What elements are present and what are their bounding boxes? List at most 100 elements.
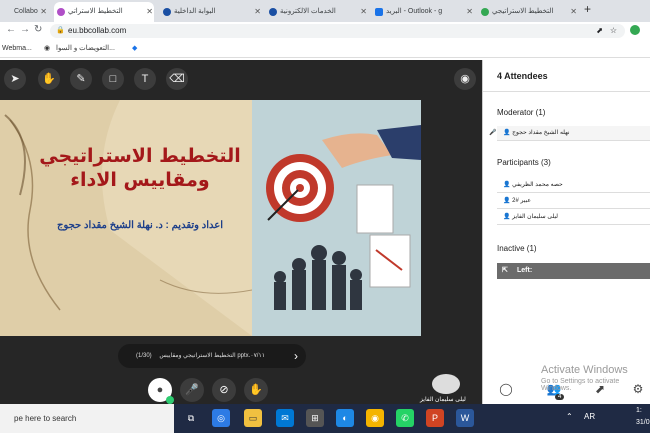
tab-label: البريد - Outlook - g (386, 8, 443, 15)
share-icon[interactable]: ⬈ (596, 24, 603, 38)
next-slide-icon[interactable]: › (294, 344, 298, 368)
inactive-header: Inactive (1) (497, 244, 537, 253)
person-icon: 👤 (503, 214, 513, 220)
chrome-icon[interactable]: ◉ (366, 409, 384, 427)
tab-label: البوابة الداخلية (174, 8, 216, 15)
tab-label: الخدمات الالكترونية (280, 8, 336, 15)
attendee-name: حصه محمد الظريفي (512, 182, 563, 188)
tab-favicon-icon (163, 8, 171, 16)
file-name: التخطيط الاستراتيجي ومقاييس pptx.٠٧/١١ (159, 353, 265, 359)
attendee-row[interactable]: 👤 ليلى سليمان الفايز (497, 210, 650, 225)
attendee-moderator[interactable]: 🎤 👤 نهله الشيخ مقداد حجوج (489, 126, 650, 141)
tab-internal-portal[interactable]: البوابة الداخلية ✕ (160, 2, 262, 22)
powerpoint-icon[interactable]: P (426, 409, 444, 427)
microphone-icon: 🎤 (489, 130, 497, 136)
close-icon[interactable]: ✕ (466, 2, 473, 22)
left-label: Left: (517, 267, 533, 274)
exit-icon: ⇱ (502, 267, 508, 274)
new-tab-button[interactable]: + (584, 2, 591, 16)
whatsapp-icon[interactable]: ✆ (396, 409, 414, 427)
file-explorer-icon[interactable]: ▭ (244, 409, 262, 427)
profile-icon[interactable] (630, 25, 640, 35)
bookmark-webmail[interactable]: Webma... (2, 40, 32, 58)
edge-icon[interactable]: ◐ (336, 409, 354, 427)
address-bar: ← → ↻ 🔒 eu.bbcollab.com ⬈ ☆ (0, 22, 650, 40)
slide-title: التخطيط الاستراتيجي ومقاييس الاداء (30, 144, 250, 192)
presentation-stage: ➤ ✋ ✎ □ T ⌫ ◉ التخطيط الاستراتيجي ومقايي… (0, 60, 482, 404)
microphone-icon[interactable]: 🎤 (180, 378, 204, 402)
presenter-avatar (432, 374, 460, 394)
participants-header: Participants (3) (497, 158, 551, 167)
attendee-name: ليلى سليمان الفايز (512, 214, 558, 220)
store-icon[interactable]: ⊞ (306, 409, 324, 427)
moderator-header: Moderator (1) (497, 108, 546, 117)
activate-windows-subtitle: Go to Settings to activate Windows. (541, 378, 620, 392)
bookmark-compensation[interactable]: التعويضات و السوا... (56, 40, 115, 58)
person-icon: 👤 (503, 130, 513, 136)
mail-icon[interactable]: ✉ (276, 409, 294, 427)
attendee-name: عبير #2 (512, 198, 531, 204)
clock-date[interactable]: 31/0 (636, 419, 650, 426)
browser-tab-bar: Collabo ✕ التخطيط الاستراتي ✕ البوابة الدا… (0, 0, 650, 22)
target-chess-icon (266, 125, 421, 310)
tab-favicon-icon (57, 8, 65, 16)
camera-off-icon[interactable]: ⊘ (212, 378, 236, 402)
tab-outlook[interactable]: البريد - Outlook - g ✕ (372, 2, 474, 22)
tab-label: التخطيط الاستراتي (68, 8, 123, 15)
tab-e-services[interactable]: الخدمات الالكترونية ✕ (266, 2, 368, 22)
close-icon[interactable]: ✕ (146, 2, 153, 22)
notification-area-icon[interactable]: ⌃ (566, 412, 573, 421)
eraser-icon[interactable]: ⌫ (166, 68, 188, 90)
tab-label: التخطيط الاستراتيجي (492, 8, 554, 15)
slide-author: اعداد وتقديم : د. نهلة الشيخ مقداد حجوج (56, 220, 224, 231)
zoom-icon[interactable]: ◎ (212, 409, 230, 427)
close-icon[interactable]: ✕ (254, 2, 261, 22)
tab-favicon-icon (375, 8, 383, 16)
taskbar-search[interactable]: pe here to search (0, 404, 174, 433)
forward-icon[interactable]: → (20, 24, 30, 35)
task-view-icon[interactable]: ⧉ (182, 409, 200, 427)
person-icon: 👤 (503, 182, 513, 188)
slide-title-line1: التخطيط الاستراتيجي (39, 145, 241, 167)
tab-google-search[interactable]: التخطيط الاستراتيجي ✕ (478, 2, 578, 22)
attendees-panel: 4 Attendees Moderator (1) 🎤 👤 نهله الشيخ… (482, 60, 650, 404)
close-icon[interactable]: ✕ (570, 2, 577, 22)
tab-favicon-icon (481, 8, 489, 16)
url-input[interactable]: 🔒 eu.bbcollab.com ⬈ ☆ (50, 24, 625, 38)
reload-icon[interactable]: ↻ (34, 24, 42, 35)
paper-texture-icon (0, 100, 252, 336)
url-text: eu.bbcollab.com (68, 26, 127, 35)
rect-icon[interactable]: □ (102, 68, 124, 90)
slide-title-line2: ومقاييس الاداء (70, 169, 210, 191)
chat-icon[interactable]: ◯ (485, 374, 527, 404)
attendee-count-badge: 4 (555, 394, 565, 400)
star-icon[interactable]: ☆ (610, 24, 617, 38)
close-icon[interactable]: ✕ (360, 2, 367, 22)
hand-icon[interactable]: ✋ (38, 68, 60, 90)
illustration-panel (252, 100, 421, 336)
status-dot-icon (166, 396, 174, 404)
bookmark-icon[interactable]: ◆ (132, 40, 137, 58)
close-icon[interactable]: ✕ (40, 2, 47, 22)
windows-taskbar: pe here to search ⧉ ◎ ▭ ✉ ⊞ ◐ ◉ ✆ P W ⌃ … (0, 404, 650, 433)
pointer-icon[interactable]: ➤ (4, 68, 26, 90)
tab-strategic-planning[interactable]: التخطيط الاستراتي ✕ (54, 2, 154, 22)
left-row[interactable]: ⇱ Left: (497, 263, 650, 279)
word-icon[interactable]: W (456, 409, 474, 427)
tab-collabo[interactable]: Collabo ✕ (0, 2, 48, 22)
attendee-row[interactable]: 👤 عبير #2 (497, 194, 650, 209)
slide-pager: (1/30) التخطيط الاستراتيجي ومقاييس pptx.… (118, 344, 306, 368)
panel-title: 4 Attendees (483, 60, 650, 92)
text-icon[interactable]: T (134, 68, 156, 90)
pen-icon[interactable]: ✎ (70, 68, 92, 90)
attendee-row[interactable]: 👤 حصه محمد الظريفي (497, 178, 650, 193)
stop-share-icon[interactable]: ◉ (454, 68, 476, 90)
raise-hand-icon[interactable]: ✋ (244, 378, 268, 402)
back-icon[interactable]: ← (6, 24, 16, 35)
attendee-name: نهله الشيخ مقداد حجوج (512, 130, 570, 136)
language-indicator[interactable]: AR (584, 412, 595, 421)
clock-time[interactable]: 1: (636, 407, 642, 414)
page-indicator: (1/30) (136, 353, 152, 359)
tab-favicon-icon (269, 8, 277, 16)
tab-label: Collabo (14, 8, 38, 15)
